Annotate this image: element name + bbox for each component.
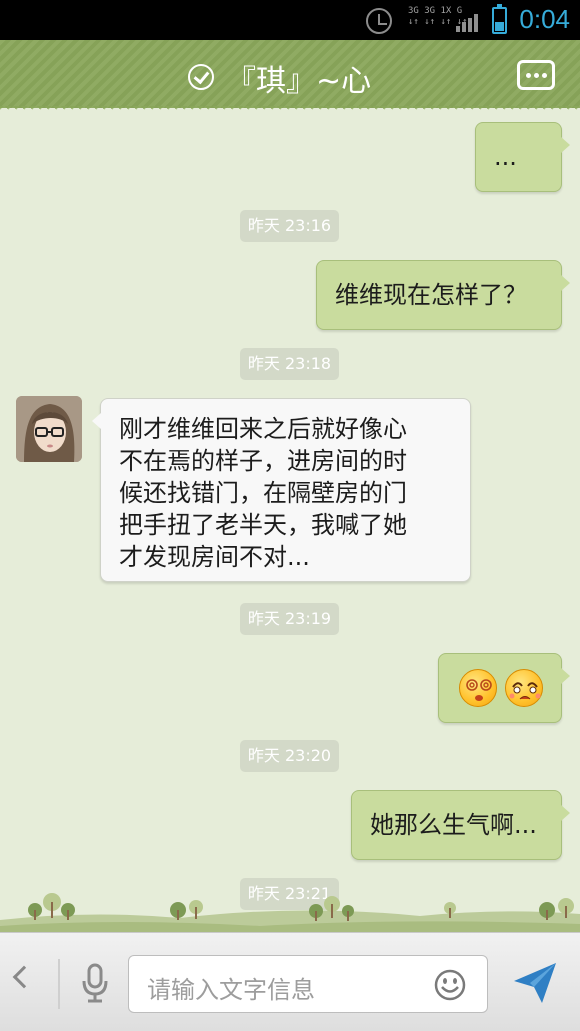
divider — [58, 959, 60, 1009]
message-text: ... — [494, 143, 517, 171]
message-line: 才发现房间不对... — [119, 543, 310, 571]
dot-icon — [542, 73, 547, 78]
contact-avatar[interactable] — [16, 396, 82, 462]
message-text: 她那么生气啊... — [370, 811, 537, 839]
teary-face-emoji — [505, 669, 543, 707]
message-text-block: 刚才维维回来之后就好像心 不在焉的样子，进房间的时 候还找错门，在隔壁房的门 把… — [119, 413, 407, 573]
message-list[interactable]: ... 昨天 23:16 维维现在怎样了？ 昨天 23:18 刚才维维回来之后就… — [0, 112, 580, 932]
incoming-message[interactable]: 刚才维维回来之后就好像心 不在焉的样子，进房间的时 候还找错门，在隔壁房的门 把… — [92, 398, 471, 582]
contact-avatar[interactable] — [16, 924, 82, 932]
smiley-icon[interactable] — [434, 969, 466, 1001]
message-line: 刚才维维回来之后就好像心 — [119, 415, 407, 443]
outgoing-message[interactable]: 她那么生气啊... — [351, 790, 570, 860]
timestamp: 昨天 23:20 — [240, 740, 339, 772]
message-line: 候还找错门，在隔壁房的门 — [119, 479, 407, 507]
microphone-icon[interactable] — [80, 963, 110, 1003]
send-arrow-icon[interactable] — [512, 961, 558, 1005]
avatar-portrait-icon — [16, 396, 82, 462]
status-bar: 3G 3G 1X G ↓↑ ↓↑ ↓↑ ↓↑ 0:04 — [0, 0, 580, 40]
more-options-button[interactable] — [517, 60, 555, 90]
timestamp: 昨天 23:16 — [240, 210, 339, 242]
chat-title: 『琪』~心 — [226, 64, 372, 99]
check-circle-icon — [188, 64, 214, 90]
message-text: 维维现在怎样了？ — [335, 281, 527, 309]
outgoing-message[interactable] — [438, 653, 570, 723]
timestamp: 昨天 23:21 — [240, 878, 339, 910]
clock: 0:04 — [519, 4, 570, 34]
battery-icon — [492, 4, 507, 34]
timestamp: 昨天 23:18 — [240, 348, 339, 380]
alarm-icon — [366, 8, 392, 34]
timestamp: 昨天 23:19 — [240, 603, 339, 635]
dizzy-face-emoji — [459, 669, 497, 707]
chevron-left-icon[interactable] — [12, 965, 36, 989]
signal-icon — [456, 12, 484, 32]
outgoing-message[interactable]: ... — [475, 122, 570, 192]
dot-icon — [526, 73, 531, 78]
chat-header: 『琪』~心 — [0, 40, 580, 108]
message-line: 不在焉的样子，进房间的时 — [119, 447, 407, 475]
input-bar: 请输入文字信息 — [0, 932, 580, 1031]
dot-icon — [534, 73, 539, 78]
message-line: 把手扭了老半天，我喊了她 — [119, 511, 407, 539]
outgoing-message[interactable]: 维维现在怎样了？ — [316, 260, 570, 330]
